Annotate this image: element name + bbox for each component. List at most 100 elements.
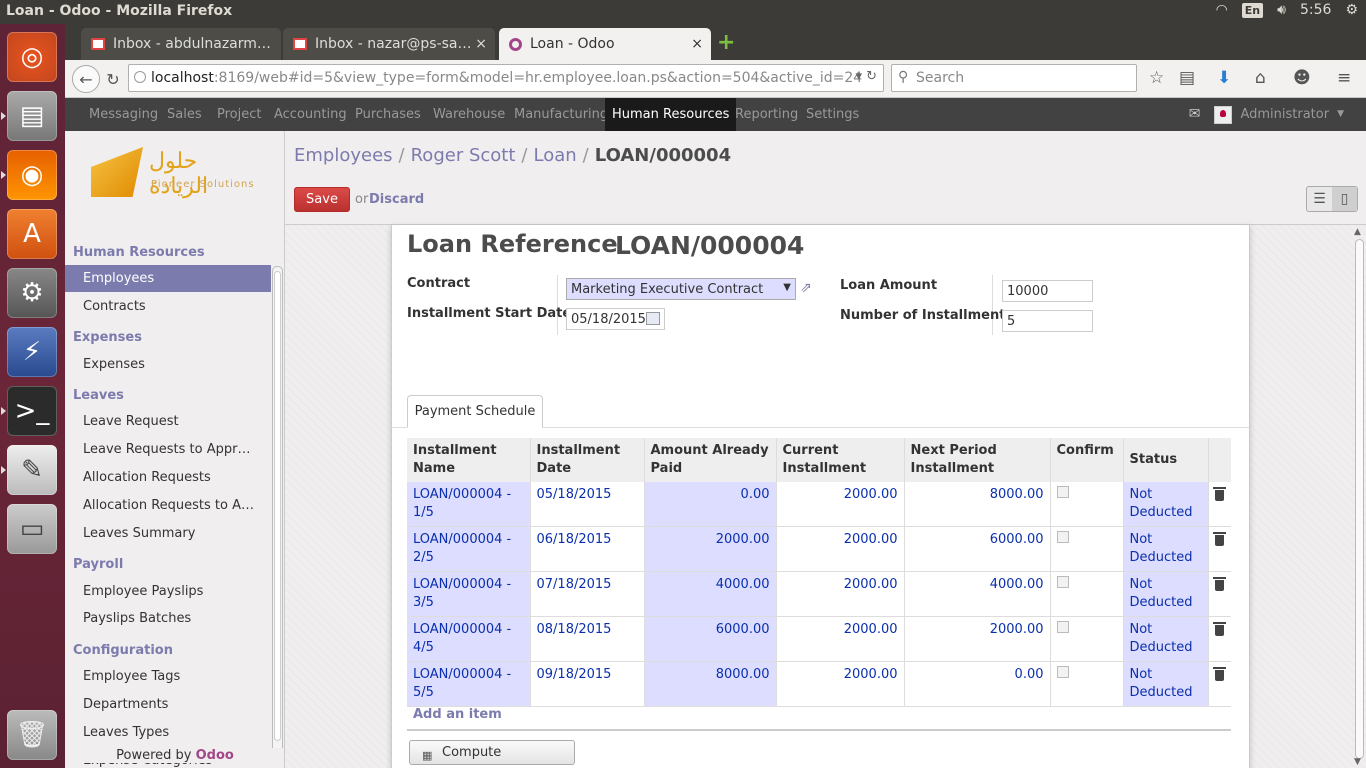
next-period-cell[interactable]: 6000.00 [904,526,1051,572]
current-installment-cell[interactable]: 2000.00 [776,571,905,617]
menu-purchases[interactable]: Purchases [348,98,428,131]
text-editor-icon[interactable]: ✎ [7,445,57,495]
table-row[interactable]: LOAN/000004 - 1/5 05/18/2015 0.00 2000.00 80… [407,482,1231,527]
status-cell[interactable]: Not Deducted [1123,526,1209,572]
installment-name-cell[interactable]: LOAN/000004 - 3/5 [407,571,531,617]
menu-manufacturing[interactable]: Manufacturing [507,98,615,131]
confirm-checkbox[interactable] [1056,666,1069,678]
sidebar-item-leave-request[interactable]: Leave Request [65,408,271,435]
discard-button[interactable]: Discard [369,192,424,207]
user-menu[interactable]: ✉ Administrator ▼ [1189,98,1344,131]
home-icon[interactable]: ⌂ [1255,68,1266,88]
external-link-icon[interactable]: ⇗ [800,280,812,296]
installment-name-cell[interactable]: LOAN/000004 - 1/5 [407,482,531,527]
menu-messaging[interactable]: Messaging [82,98,165,131]
sidebar-item-departments[interactable]: Departments [65,691,271,718]
amount-paid-cell[interactable]: 6000.00 [644,616,777,662]
amount-paid-cell[interactable]: 4000.00 [644,571,777,617]
installment-name-cell[interactable]: LOAN/000004 - 2/5 [407,526,531,572]
confirm-checkbox[interactable] [1056,621,1069,633]
breadcrumb-employees[interactable]: Employees [294,145,393,166]
url-bar[interactable]: localhost:8169/web#id=5&view_type=form&m… [128,64,884,92]
menu-project[interactable]: Project [210,98,268,131]
confirm-checkbox[interactable] [1056,531,1069,543]
amount-paid-cell[interactable]: 2000.00 [644,526,777,572]
breadcrumb-loan[interactable]: Loan [533,145,576,166]
close-icon[interactable]: × [475,36,487,52]
next-period-cell[interactable]: 2000.00 [904,616,1051,662]
clock[interactable]: 5:56 [1300,2,1331,18]
sidebar-item-employee-tags[interactable]: Employee Tags [65,663,271,690]
search-bar[interactable]: ⚲ Search [891,64,1137,92]
trash-icon[interactable] [1213,487,1227,501]
menu-settings[interactable]: Settings [799,98,866,131]
column-header[interactable]: Installment Date [530,438,645,482]
page-scrollbar[interactable]: ▲ ▼ [1352,225,1366,768]
status-cell[interactable]: Not Deducted [1123,571,1209,617]
files-icon[interactable]: ▤ [7,91,57,141]
next-period-cell[interactable]: 0.00 [904,661,1051,707]
volume-icon[interactable]: 🔊︎ [1277,2,1286,18]
installment-date-cell[interactable]: 08/18/2015 [530,616,645,662]
trash-bin-icon[interactable]: 🗑︎ [7,710,57,760]
reading-list-icon[interactable]: ▤ [1179,68,1195,88]
sidebar-scrollbar[interactable] [272,266,283,754]
firefox-icon[interactable]: ◉ [7,150,57,200]
system-settings-icon[interactable]: ⚙ [7,268,57,318]
form-view-icon[interactable]: ▯ [1332,187,1357,211]
contract-select[interactable]: Marketing Executive Contract ▼ [566,278,796,300]
software-center-icon[interactable]: A [7,209,57,259]
hamburger-menu-icon[interactable]: ≡ [1337,68,1351,88]
installment-date-cell[interactable]: 06/18/2015 [530,526,645,572]
browser-tab[interactable]: Inbox - nazar@ps-sa… × [283,28,495,60]
close-icon[interactable]: × [691,36,703,52]
trash-icon[interactable] [1213,532,1227,546]
amount-paid-cell[interactable]: 0.00 [644,482,777,527]
installment-date-cell[interactable]: 09/18/2015 [530,661,645,707]
chat-icon[interactable]: ✉ [1189,98,1201,131]
settings-gear-icon[interactable]: ⚙ [1345,2,1358,18]
confirm-checkbox[interactable] [1056,486,1069,498]
odoo-link[interactable]: Odoo [196,748,234,763]
ubuntu-dash-icon[interactable]: ◎ [7,32,57,82]
list-view-icon[interactable]: ☰ [1307,187,1332,211]
menu-human-resources[interactable]: Human Resources [605,98,737,131]
menu-warehouse[interactable]: Warehouse [426,98,512,131]
sidebar-item-leaves-summary[interactable]: Leaves Summary [65,520,271,547]
menu-reporting[interactable]: Reporting [728,98,805,131]
tab-payment-schedule[interactable]: Payment Schedule [407,395,543,428]
column-header[interactable]: Installment Name [407,438,531,482]
sidebar-item-employees[interactable]: Employees [65,265,271,292]
add-item-link[interactable]: Add an item [413,707,502,722]
next-period-cell[interactable]: 4000.00 [904,571,1051,617]
sidebar-item-allocation-requests[interactable]: Allocation Requests [65,464,271,491]
column-header[interactable]: Confirm [1050,438,1124,482]
sidebar-item-payslips-batches[interactable]: Payslips Batches [65,605,271,632]
new-tab-button[interactable]: + [717,30,735,55]
bookmark-star-icon[interactable]: ☆ [1149,68,1164,88]
table-row[interactable]: LOAN/000004 - 3/5 07/18/2015 4000.00 2000.0… [407,571,1231,617]
column-header[interactable]: Amount Already Paid [644,438,777,482]
trash-icon[interactable] [1213,667,1227,681]
browser-tab[interactable]: Inbox - abdulnazarm… [81,28,281,60]
installment-date-cell[interactable]: 05/18/2015 [530,482,645,527]
sidebar-item-leave-requests-to-approve[interactable]: Leave Requests to Appr… [65,436,271,463]
table-row[interactable]: LOAN/000004 - 2/5 06/18/2015 2000.00 2000.0… [407,526,1231,572]
network-tool-icon[interactable]: ⚡ [7,327,57,377]
number-of-installments-field[interactable]: 5 [1002,310,1093,332]
next-period-cell[interactable]: 8000.00 [904,482,1051,527]
disk-icon[interactable]: ▭ [7,504,57,554]
sidebar-item-allocation-requests-to-approve[interactable]: Allocation Requests to A… [65,492,271,519]
table-row[interactable]: LOAN/000004 - 4/5 08/18/2015 6000.00 2000.0… [407,616,1231,662]
current-installment-cell[interactable]: 2000.00 [776,616,905,662]
compute-installment-button[interactable]: ▦ Compute Installment [409,740,575,765]
chat-bubble-icon[interactable]: ☻ [1293,68,1311,88]
table-row[interactable]: LOAN/000004 - 5/5 09/18/2015 8000.00 2000.0… [407,661,1231,707]
installment-date-cell[interactable]: 07/18/2015 [530,571,645,617]
status-cell[interactable]: Not Deducted [1123,616,1209,662]
loan-amount-field[interactable]: 10000 [1002,280,1093,302]
terminal-icon[interactable]: >_ [7,386,57,436]
status-cell[interactable]: Not Deducted [1123,661,1209,707]
calendar-icon[interactable] [646,312,660,325]
installment-name-cell[interactable]: LOAN/000004 - 5/5 [407,661,531,707]
